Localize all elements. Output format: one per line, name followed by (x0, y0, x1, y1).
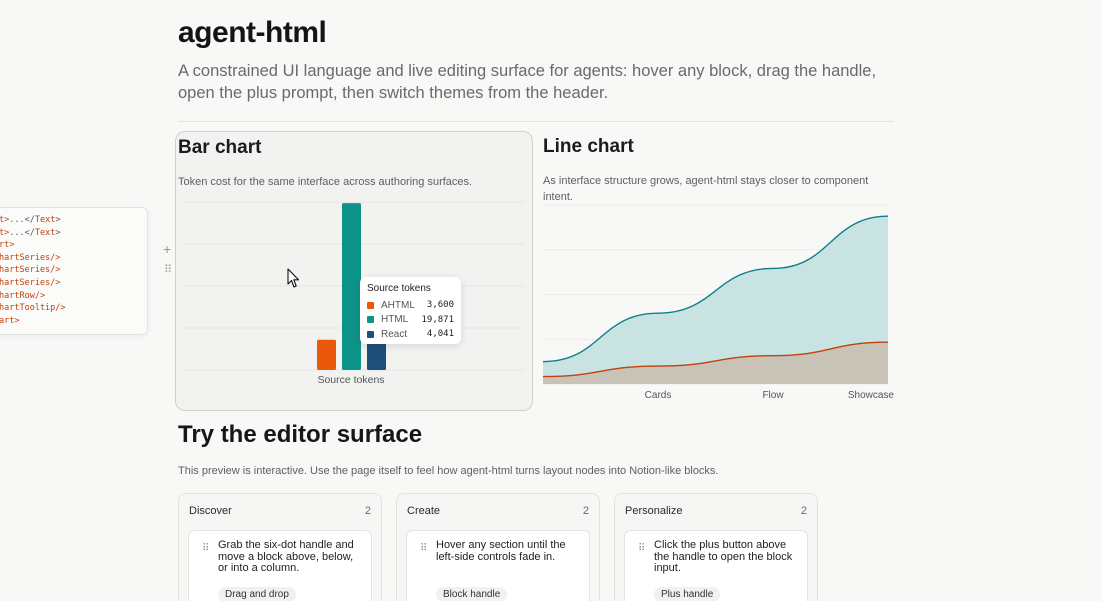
card-tag: Drag and drop (218, 587, 296, 601)
board-card[interactable]: ⠿ Grab the six-dot handle and move a blo… (188, 530, 372, 601)
x-tick-label: Cards (645, 390, 672, 401)
tooltip-row: HTML 19,871 (367, 313, 454, 328)
board-card[interactable]: ⠿ Click the plus button above the handle… (624, 530, 808, 601)
code-line: hartSeries/> (0, 265, 61, 276)
column-header: Discover 2 (189, 505, 371, 517)
drag-handle-icon[interactable]: ⠿ (420, 543, 427, 554)
code-line: t>...</Text> (0, 215, 61, 225)
code-line: t>...</Text> (0, 227, 61, 238)
tooltip-value: 3,600 (426, 300, 454, 311)
drag-handle-icon[interactable]: ⠿ (202, 543, 209, 554)
editor-section-description: This preview is interactive. Use the pag… (178, 465, 719, 477)
code-popover: t>...</Text> t>...</Text> rt> hartSeries… (0, 207, 148, 335)
card-text: Grab the six-dot handle and move a block… (218, 539, 354, 574)
column-name: Create (407, 505, 441, 517)
drag-handle-icon[interactable]: ⠿ (164, 265, 172, 276)
column-name: Discover (189, 505, 232, 517)
page-title: agent-html (178, 16, 327, 49)
card-text: Click the plus button above the handle t… (654, 539, 793, 574)
code-line: hartRow/> (0, 290, 46, 301)
page-subtitle: A constrained UI language and live editi… (178, 62, 877, 102)
board-column-personalize[interactable]: Personalize 2 ⠿ Click the plus button ab… (614, 493, 818, 601)
tooltip-series-name: React (381, 328, 408, 340)
tooltip-value: 4,041 (426, 329, 454, 340)
code-line: art> (0, 315, 20, 326)
chart-tooltip: Source tokens AHTML 3,600 HTML 19,871 Re… (360, 277, 461, 344)
code-line: rt> (0, 240, 15, 251)
column-header: Personalize 2 (625, 505, 807, 517)
tooltip-series-name: HTML (381, 314, 409, 326)
tooltip-value: 19,871 (421, 314, 454, 325)
board-column-create[interactable]: Create 2 ⠿ Hover any section until the l… (396, 493, 600, 601)
tooltip-row: React 4,041 (367, 327, 454, 342)
column-header: Create 2 (407, 505, 589, 517)
page-header: agent-html A constrained UI language and… (178, 16, 894, 104)
code-line: hartTooltip/> (0, 303, 66, 314)
legend-swatch (367, 330, 374, 338)
board-column-discover[interactable]: Discover 2 ⠿ Grab the six-dot handle and… (178, 493, 382, 601)
x-tick-label: Flow (762, 390, 784, 401)
line-chart: Cards Flow Showcase (543, 204, 895, 401)
drag-handle-icon[interactable]: ⠿ (638, 543, 645, 554)
tooltip-series-name: AHTML (381, 299, 415, 311)
x-axis-label: Source tokens (317, 374, 384, 386)
header-divider (178, 121, 894, 122)
column-count: 2 (582, 505, 589, 517)
mouse-cursor-icon (287, 268, 300, 288)
column-count: 2 (800, 505, 807, 517)
code-line: hartSeries/> (0, 252, 61, 263)
board-card[interactable]: ⠿ Hover any section until the left-side … (406, 530, 590, 601)
code-line: hartSeries/> (0, 277, 61, 288)
bar-chart-card[interactable]: Bar chart Token cost for the same interf… (175, 131, 533, 411)
column-name: Personalize (625, 505, 683, 517)
editor-section-title: Try the editor surface (178, 421, 423, 448)
column-count: 2 (364, 505, 371, 517)
add-block-plus-icon[interactable]: + (163, 242, 171, 256)
card-tag: Plus handle (654, 587, 721, 601)
line-chart-card[interactable]: Line chart As interface structure grows,… (543, 131, 895, 411)
x-tick-label: Showcase (848, 390, 895, 401)
tooltip-row: AHTML 3,600 (367, 298, 454, 313)
card-text: Hover any section until the left-side co… (436, 539, 566, 563)
bar-html (342, 203, 361, 370)
bar-chart: Source tokens (184, 201, 524, 386)
legend-swatch (367, 301, 374, 309)
legend-swatch (367, 316, 374, 324)
card-tag: Block handle (436, 587, 508, 601)
tooltip-title: Source tokens (367, 283, 431, 294)
bar-ahtml (317, 339, 336, 370)
